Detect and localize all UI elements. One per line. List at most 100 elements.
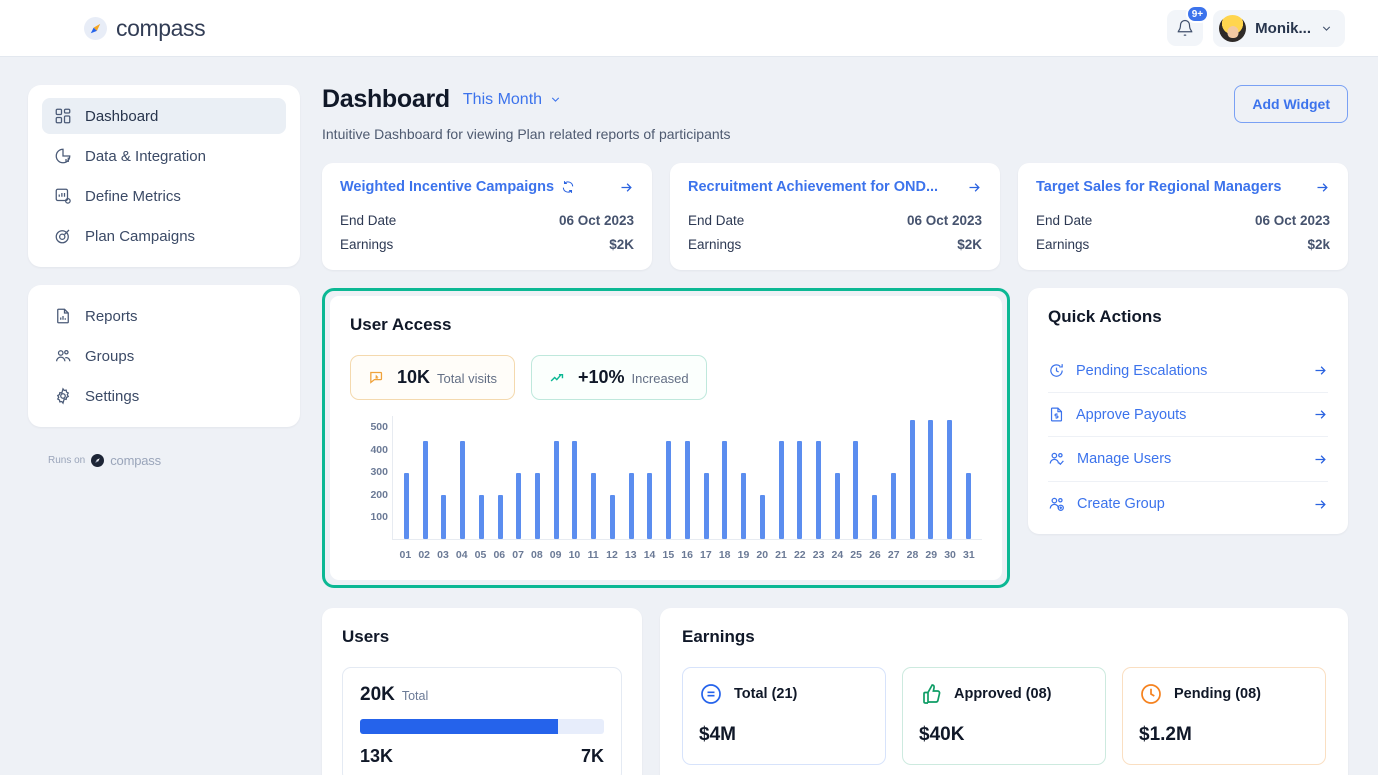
period-label: This Month [462,90,543,108]
stat-label: Total visits [437,371,497,386]
sidebar-item-label: Groups [85,347,135,365]
chart-bar-column [884,416,903,539]
sidebar-item-reports[interactable]: Reports [42,298,286,334]
quick-action-manage-users[interactable]: Manage Users [1048,436,1328,481]
user-access-stats: 10K Total visits +10% Increased [350,355,982,400]
users-total-label: Total [401,689,429,703]
chart-bar-column [790,416,809,539]
period-selector[interactable]: This Month [463,91,562,109]
manage-users-icon [1049,452,1064,466]
campaign-row-key: End Date [340,213,397,228]
chart-bar [684,440,690,539]
chart-x-tick: 19 [737,549,750,561]
earnings-card-value: $40K [919,724,965,745]
campaign-card[interactable]: Weighted Incentive Campaigns End Date 06… [322,163,652,270]
chart-bar [647,472,653,539]
chart-x-tick: 30 [944,549,956,561]
chart-bar-column [772,416,791,539]
stat-label: Increased [631,371,689,386]
chart-x-tick: 11 [587,549,599,561]
arrow-right-icon[interactable] [1313,363,1328,378]
stat-value: +10% [578,367,625,387]
earnings-card-pending: Pending (08) $1.2M [1122,667,1326,765]
arrow-right-icon[interactable] [1313,497,1328,512]
quick-action-approve-payouts[interactable]: Approve Payouts [1048,392,1328,436]
chart-x-tick: 31 [962,549,975,561]
chart-bar [478,495,484,539]
earnings-cards: Total (21) $4M Approved (08) $40K Pendin… [682,667,1326,765]
chart-bar-column [678,416,697,539]
runs-on-label: Runs on [48,455,86,466]
campaign-card[interactable]: Target Sales for Regional Managers End D… [1018,163,1348,270]
page-title: Dashboard [322,85,450,113]
refresh-recurring-icon [562,181,574,193]
chart-bar [890,472,896,539]
chart-x-tick: 20 [756,549,769,561]
arrow-right-icon[interactable] [967,180,982,195]
chart-bar [591,472,597,539]
chart-bar-column [922,416,941,539]
user-menu[interactable]: Monik... [1213,9,1345,47]
sidebar-group-primary: Dashboard Data & Integration Define Metr… [28,85,300,267]
quick-action-create-group[interactable]: Create Group [1048,481,1328,526]
chart-bar [553,440,559,539]
sidebar-item-settings[interactable]: Settings [42,378,286,414]
chart-bar-column [753,416,772,539]
chart-bar [666,440,672,539]
chart-x-tick: 03 [437,549,449,561]
main-content: Dashboard This Month Intuitive Dashboard… [322,85,1348,775]
chart-bar [609,495,615,539]
thumbs-up-icon [923,684,941,704]
notification-badge: 9+ [1185,5,1210,23]
user-access-panel[interactable]: User Access 10K Total visits +10% Increa… [322,288,1010,588]
users-legend: 13K 7K [360,746,604,767]
chart-x-tick: 22 [793,549,806,561]
sidebar-item-data-integration[interactable]: Data & Integration [42,138,286,174]
title-row: Dashboard This Month [322,85,731,114]
campaign-row: Earnings $2k [1036,237,1330,252]
sidebar-item-plan-campaigns[interactable]: Plan Campaigns [42,218,286,254]
add-widget-button[interactable]: Add Widget [1234,85,1348,123]
chart-bar [741,472,747,539]
chart-x-tick: 21 [775,549,787,561]
sidebar-group-secondary: Reports Groups Settings [28,285,300,427]
user-access-title: User Access [350,315,452,334]
chart-y-tick: 200 [370,488,388,501]
users-legend-left: 13K [360,746,394,766]
chart-bar [460,440,466,539]
sidebar-item-dashboard[interactable]: Dashboard [42,98,286,134]
arrow-right-icon[interactable] [1313,407,1328,422]
brand-logo[interactable]: compass [84,15,206,42]
quick-action-pending-escalations[interactable]: Pending Escalations [1048,349,1328,392]
arrow-right-icon[interactable] [1313,452,1328,467]
bottom-row: Users 20K Total 13K 7K Earnings Total (2… [322,608,1348,775]
quick-action-label: Approve Payouts [1076,406,1187,423]
arrow-right-icon[interactable] [619,180,634,195]
chart-x-tick: 28 [906,549,919,561]
sidebar-item-define-metrics[interactable]: Define Metrics [42,178,286,214]
chart-bar-column [697,416,716,539]
chart-bar-column [622,416,641,539]
user-access-bar-chart: 100 200 300 400 500 01 02 03 04 05 06 07 08 09 10 11 12… [350,416,982,568]
chart-plot-area [392,416,982,540]
stat-chip-total-visits: 10K Total visits [350,355,515,400]
arrow-right-icon[interactable] [1315,180,1330,195]
earnings-card-approved: Approved (08) $40K [902,667,1106,765]
notifications-button[interactable]: 9+ [1167,5,1210,46]
chart-x-tick: 13 [624,549,637,561]
campaign-card[interactable]: Recruitment Achievement for OND... End D… [670,163,1000,270]
chart-bar-column [416,416,435,539]
chevron-down-icon [1322,25,1331,31]
chart-bar [497,495,503,539]
chart-bar [928,419,934,539]
compass-logo-icon [84,16,107,40]
chart-bar-column [828,416,847,539]
earnings-card-total: Total (21) $4M [682,667,886,765]
dashboard-grid-icon [55,108,71,124]
chart-y-tick: 300 [370,466,388,479]
chart-bar-column [472,416,491,539]
gear-icon [56,387,70,405]
compass-badge-icon [91,454,105,467]
users-progress-fill [360,719,558,734]
sidebar-item-groups[interactable]: Groups [42,338,286,374]
